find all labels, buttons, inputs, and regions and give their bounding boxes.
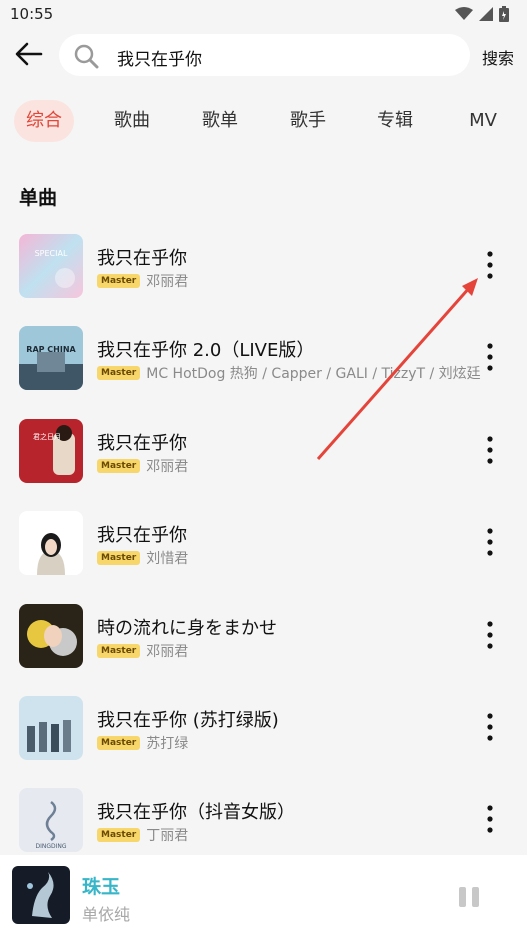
- more-options-icon[interactable]: [481, 618, 499, 652]
- song-meta: Master 刘惜君: [97, 548, 188, 568]
- album-cover: [19, 511, 83, 575]
- song-row[interactable]: SPECIAL 我只在乎你 Master 邓丽君: [0, 234, 527, 314]
- song-row[interactable]: 君之日月 我只在乎你 Master 邓丽君: [0, 419, 527, 499]
- album-cover: [19, 604, 83, 668]
- search-header: 我只在乎你 搜索: [0, 32, 527, 78]
- master-badge: Master: [97, 274, 141, 288]
- back-arrow-icon[interactable]: [13, 38, 45, 70]
- song-title: 我只在乎你（抖音女版）: [97, 802, 295, 823]
- signal-icon: [479, 7, 493, 21]
- result-tabs: 综合 歌曲 歌单 歌手 专辑 MV: [0, 100, 527, 144]
- song-artist: MC HotDog 热狗 / Capper / GALI / TizzyT / …: [146, 366, 481, 382]
- status-icons: [455, 6, 509, 22]
- status-bar: 10:55: [0, 0, 527, 30]
- tab-artists[interactable]: 歌手: [277, 100, 339, 142]
- cover-text: RAP CHINA: [26, 345, 76, 354]
- song-artist: 丁丽君: [146, 828, 189, 844]
- search-icon: [74, 44, 99, 69]
- song-row[interactable]: 我只在乎你 (苏打绿版) Master 苏打绿: [0, 696, 527, 776]
- search-query: 我只在乎你: [117, 50, 202, 70]
- wifi-icon: [455, 7, 473, 20]
- master-badge: Master: [97, 459, 141, 473]
- song-row[interactable]: 我只在乎你 Master 刘惜君: [0, 511, 527, 591]
- pause-icon[interactable]: [456, 885, 482, 909]
- song-meta: Master 邓丽君: [97, 641, 188, 661]
- album-cover: DINGDING: [19, 788, 83, 852]
- search-button[interactable]: 搜索: [482, 45, 514, 69]
- song-meta: Master 苏打绿: [97, 733, 188, 753]
- tab-albums[interactable]: 专辑: [364, 100, 426, 142]
- master-badge: Master: [97, 644, 141, 658]
- more-options-icon[interactable]: [481, 525, 499, 559]
- song-artist: 邓丽君: [146, 459, 189, 475]
- song-artist: 邓丽君: [146, 644, 189, 660]
- tab-comprehensive[interactable]: 综合: [14, 100, 74, 142]
- cover-text: 君之日月: [33, 432, 61, 441]
- song-meta: Master MC HotDog 热狗 / Capper / GALI / Ti…: [97, 363, 481, 383]
- section-title-singles: 单曲: [19, 187, 58, 209]
- cover-text: DINGDING: [35, 843, 66, 850]
- battery-icon: [499, 6, 509, 22]
- tab-mv[interactable]: MV: [452, 100, 514, 142]
- master-badge: Master: [97, 366, 141, 380]
- cover-text: SPECIAL: [35, 249, 68, 258]
- more-options-icon[interactable]: [481, 340, 499, 374]
- more-options-icon[interactable]: [481, 433, 499, 467]
- master-badge: Master: [97, 736, 141, 750]
- now-playing-bar[interactable]: 珠玉 单依纯: [0, 855, 527, 937]
- album-cover: SPECIAL: [19, 234, 83, 298]
- now-playing-artist: 单依纯: [82, 905, 131, 924]
- now-playing-title: 珠玉: [82, 876, 121, 898]
- more-options-icon[interactable]: [481, 248, 499, 282]
- search-input[interactable]: 我只在乎你: [59, 34, 470, 76]
- tab-songs[interactable]: 歌曲: [101, 100, 163, 142]
- now-playing-cover: [12, 866, 70, 924]
- song-title: 我只在乎你 2.0（LIVE版）: [97, 340, 315, 361]
- album-cover: [19, 696, 83, 760]
- album-cover: 君之日月: [19, 419, 83, 483]
- song-title: 我只在乎你: [97, 525, 187, 546]
- song-title: 我只在乎你: [97, 433, 187, 454]
- song-row[interactable]: RAP CHINA 我只在乎你 2.0（LIVE版） Master MC Hot…: [0, 326, 527, 406]
- song-artist: 苏打绿: [146, 736, 189, 752]
- song-title: 我只在乎你 (苏打绿版): [97, 710, 279, 731]
- song-meta: Master 邓丽君: [97, 456, 188, 476]
- master-badge: Master: [97, 828, 141, 842]
- more-options-icon[interactable]: [481, 802, 499, 836]
- album-cover: RAP CHINA: [19, 326, 83, 390]
- song-artist: 刘惜君: [146, 551, 189, 567]
- more-options-icon[interactable]: [481, 710, 499, 744]
- song-title: 時の流れに身をまかせ: [97, 618, 277, 639]
- song-meta: Master 丁丽君: [97, 825, 188, 845]
- status-time: 10:55: [10, 5, 54, 23]
- song-artist: 邓丽君: [146, 274, 189, 290]
- song-title: 我只在乎你: [97, 248, 187, 269]
- song-meta: Master 邓丽君: [97, 271, 188, 291]
- tab-playlists[interactable]: 歌单: [189, 100, 251, 142]
- song-row[interactable]: 時の流れに身をまかせ Master 邓丽君: [0, 604, 527, 684]
- master-badge: Master: [97, 551, 141, 565]
